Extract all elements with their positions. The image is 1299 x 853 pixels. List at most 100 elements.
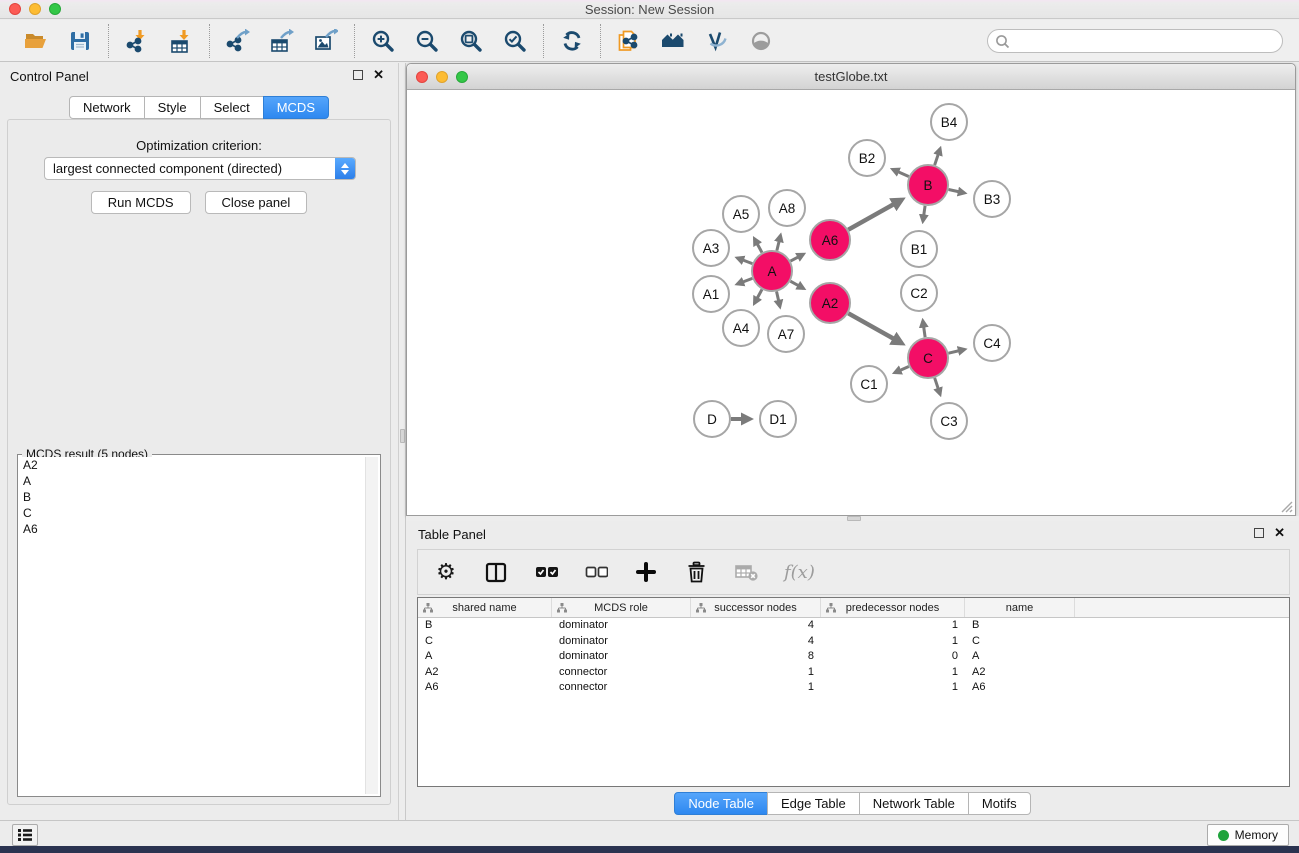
tab-network[interactable]: Network	[69, 96, 145, 119]
graph-edge-C-C3[interactable]	[935, 378, 941, 395]
graph-edge-A-A2[interactable]	[790, 281, 803, 288]
mcds-result-list[interactable]: A2ABCA6	[20, 457, 365, 794]
network-graph[interactable]: B4B2BB3B1A5A8A6A3AA1C2A2A4A7C4CC1C3DD1	[407, 90, 1295, 515]
table-cell[interactable]: C	[965, 634, 1075, 650]
graph-edge-A-A6[interactable]	[791, 254, 804, 261]
clone-network-icon[interactable]	[614, 26, 644, 56]
graph-edge-C-C2[interactable]	[923, 321, 925, 337]
delete-column-icon[interactable]	[684, 557, 708, 587]
table-cell[interactable]: A6	[418, 680, 552, 696]
zoom-out-icon[interactable]	[412, 26, 442, 56]
tab-node-table[interactable]: Node Table	[674, 792, 768, 815]
column-header-MCDS-role[interactable]: MCDS role	[552, 598, 691, 617]
refresh-icon[interactable]	[557, 26, 587, 56]
table-cell[interactable]: 1	[821, 634, 965, 650]
graph-edge-A-A3[interactable]	[737, 258, 752, 264]
table-row[interactable]: Cdominator41C	[418, 634, 1289, 650]
criterion-dropdown[interactable]: largest connected component (directed)	[44, 157, 356, 180]
table-cell[interactable]: A	[418, 649, 552, 665]
table-cell[interactable]: 0	[821, 649, 965, 665]
table-cell[interactable]: dominator	[552, 618, 691, 634]
tab-select[interactable]: Select	[200, 96, 264, 119]
save-session-icon[interactable]	[65, 26, 95, 56]
open-file-icon[interactable]	[21, 26, 51, 56]
vertical-splitter[interactable]	[398, 63, 406, 820]
birds-eye-view-icon[interactable]	[746, 26, 776, 56]
home-icon[interactable]	[658, 26, 688, 56]
graph-edge-A-A5[interactable]	[754, 239, 762, 253]
table-row[interactable]: Bdominator41B	[418, 618, 1289, 634]
table-cell[interactable]: connector	[552, 665, 691, 681]
graph-edge-A6-B[interactable]	[848, 200, 902, 230]
export-table-icon[interactable]	[267, 26, 297, 56]
column-header-predecessor-nodes[interactable]: predecessor nodes	[821, 598, 965, 617]
table-row[interactable]: A2connector11A2	[418, 665, 1289, 681]
table-cell[interactable]: A2	[965, 665, 1075, 681]
table-cell[interactable]: A	[965, 649, 1075, 665]
result-scrollbar[interactable]	[365, 457, 378, 794]
table-cell[interactable]: B	[418, 618, 552, 634]
table-cell[interactable]: A6	[965, 680, 1075, 696]
table-row[interactable]: Adominator80A	[418, 649, 1289, 665]
resize-grip-icon[interactable]	[1280, 500, 1293, 513]
memory-button[interactable]: Memory	[1207, 824, 1289, 846]
graph-edge-B-B3[interactable]	[949, 189, 965, 193]
graphics-details-icon[interactable]	[702, 26, 732, 56]
close-panel-icon[interactable]: ✕	[1274, 528, 1285, 538]
table-cell[interactable]: 1	[691, 665, 821, 681]
deselect-all-icon[interactable]	[584, 557, 608, 587]
graph-edge-B-B2[interactable]	[893, 169, 909, 176]
tab-edge-table[interactable]: Edge Table	[767, 792, 860, 815]
zoom-in-icon[interactable]	[368, 26, 398, 56]
column-header-name[interactable]: name	[965, 598, 1075, 617]
run-mcds-button[interactable]: Run MCDS	[91, 191, 191, 214]
import-table-icon[interactable]	[166, 26, 196, 56]
table-cell[interactable]: C	[418, 634, 552, 650]
graph-edge-A-A1[interactable]	[737, 278, 752, 284]
graph-edge-A-A7[interactable]	[777, 291, 780, 306]
mcds-result-item[interactable]: B	[20, 489, 365, 505]
settings-icon[interactable]: ⚙	[434, 557, 458, 587]
tab-style[interactable]: Style	[144, 96, 201, 119]
column-header-successor-nodes[interactable]: successor nodes	[691, 598, 821, 617]
table-cell[interactable]: dominator	[552, 649, 691, 665]
table-row[interactable]: A6connector11A6	[418, 680, 1289, 696]
zoom-fit-icon[interactable]	[456, 26, 486, 56]
close-panel-icon[interactable]: ✕	[373, 70, 384, 80]
mcds-result-item[interactable]: A	[20, 473, 365, 489]
table-cell[interactable]: 1	[821, 665, 965, 681]
network-window-titlebar[interactable]: testGlobe.txt	[407, 64, 1295, 90]
graph-edge-B-B1[interactable]	[923, 206, 925, 221]
tab-network-table[interactable]: Network Table	[859, 792, 969, 815]
task-history-button[interactable]	[12, 824, 38, 846]
float-panel-icon[interactable]	[1254, 528, 1264, 538]
table-cell[interactable]: A2	[418, 665, 552, 681]
mcds-result-item[interactable]: A6	[20, 521, 365, 537]
import-network-icon[interactable]	[122, 26, 152, 56]
table-cell[interactable]: 1	[821, 680, 965, 696]
dropdown-stepper-icon[interactable]	[335, 158, 355, 179]
graph-edge-C-C1[interactable]	[895, 366, 909, 372]
zoom-selected-icon[interactable]	[500, 26, 530, 56]
column-header-shared-name[interactable]: shared name	[418, 598, 552, 617]
tab-mcds[interactable]: MCDS	[263, 96, 329, 119]
graph-edge-A2-C[interactable]	[848, 313, 902, 343]
select-all-icon[interactable]	[534, 557, 558, 587]
tab-motifs[interactable]: Motifs	[968, 792, 1031, 815]
table-cell[interactable]: 1	[821, 618, 965, 634]
table-cell[interactable]: 4	[691, 618, 821, 634]
graph-edge-C-C4[interactable]	[948, 349, 964, 353]
float-panel-icon[interactable]	[353, 70, 363, 80]
mcds-result-item[interactable]: A2	[20, 457, 365, 473]
graph-edge-B-B4[interactable]	[935, 149, 941, 166]
add-column-icon[interactable]	[634, 557, 658, 587]
mcds-result-item[interactable]: C	[20, 505, 365, 521]
table-cell[interactable]: connector	[552, 680, 691, 696]
table-cell[interactable]: B	[965, 618, 1075, 634]
table-cell[interactable]: 4	[691, 634, 821, 650]
split-view-icon[interactable]	[484, 557, 508, 587]
table-cell[interactable]: 1	[691, 680, 821, 696]
network-canvas[interactable]: B4B2BB3B1A5A8A6A3AA1C2A2A4A7C4CC1C3DD1	[407, 90, 1295, 515]
splitter-grip[interactable]	[400, 429, 405, 443]
search-input[interactable]	[987, 29, 1283, 53]
